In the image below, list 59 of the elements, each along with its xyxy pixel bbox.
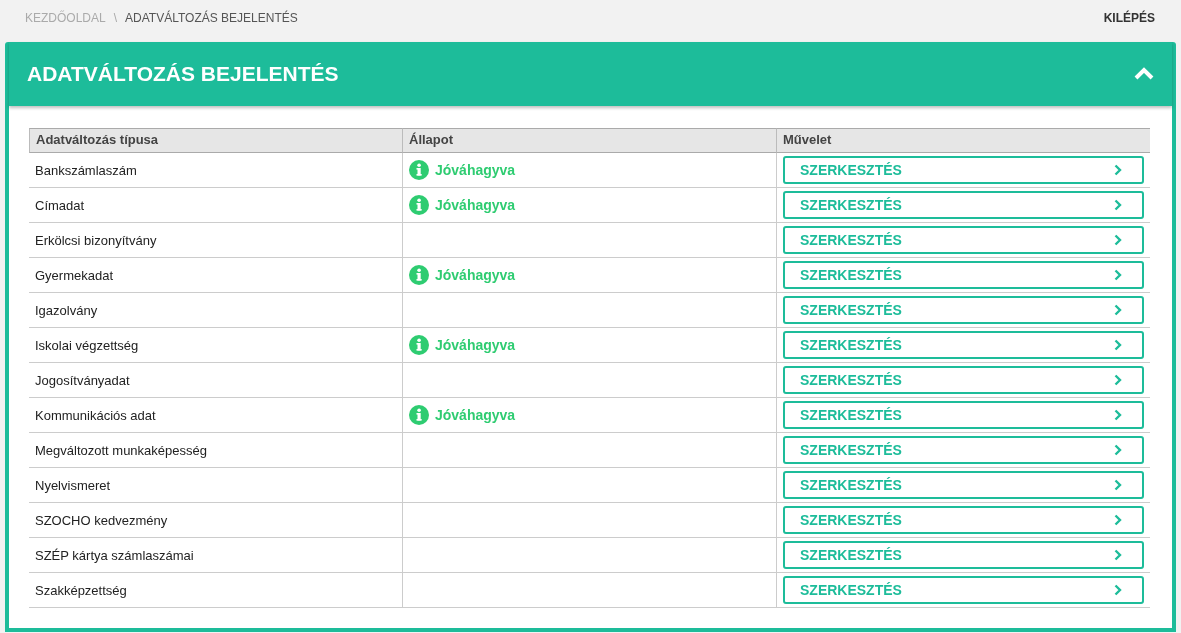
chevron-right-icon	[1114, 269, 1122, 281]
chevron-right-icon	[1114, 199, 1122, 211]
edit-button[interactable]: SZERKESZTÉS	[783, 576, 1144, 604]
column-header: Művelet	[776, 128, 1150, 153]
status-text: Jóváhagyva	[435, 407, 516, 423]
status-text: Jóváhagyva	[435, 162, 516, 178]
info-icon	[409, 405, 429, 425]
edit-button[interactable]: SZERKESZTÉS	[783, 226, 1144, 254]
collapse-button[interactable]	[1134, 67, 1154, 81]
chevron-right-icon	[1114, 304, 1122, 316]
table-cell: Igazolvány	[35, 302, 98, 318]
table-cell: SZÉP kártya számlaszámai	[35, 547, 194, 563]
status-text: Jóváhagyva	[435, 267, 516, 283]
table-cell: Szakképzettség	[35, 582, 127, 598]
edit-button[interactable]: SZERKESZTÉS	[783, 541, 1144, 569]
edit-button[interactable]: SZERKESZTÉS	[783, 331, 1144, 359]
status-text: Jóváhagyva	[435, 197, 516, 213]
table-cell: Gyermekadat	[35, 267, 114, 283]
edit-button[interactable]: SZERKESZTÉS	[783, 156, 1144, 184]
breadcrumb-link[interactable]: KEZDŐOLDAL	[25, 11, 106, 25]
table-cell: Bankszámlaszám	[35, 162, 137, 178]
column-header: Állapot	[402, 128, 776, 153]
edit-button[interactable]: SZERKESZTÉS	[783, 506, 1144, 534]
breadcrumb-separator: \	[113, 11, 118, 25]
edit-button[interactable]: SZERKESZTÉS	[783, 471, 1144, 499]
chevron-right-icon	[1114, 444, 1122, 456]
table-cell: SZOCHO kedvezmény	[35, 512, 168, 528]
edit-button[interactable]: SZERKESZTÉS	[783, 366, 1144, 394]
column-header: Adatváltozás típusa	[29, 128, 402, 153]
chevron-right-icon	[1114, 549, 1122, 561]
edit-button[interactable]: SZERKESZTÉS	[783, 296, 1144, 324]
chevron-right-icon	[1114, 409, 1122, 421]
edit-button[interactable]: SZERKESZTÉS	[783, 261, 1144, 289]
table-cell: Erkölcsi bizonyítvány	[35, 232, 157, 248]
table-cell: Kommunikációs adat	[35, 407, 156, 423]
logout-link[interactable]: KILÉPÉS	[1103, 11, 1155, 25]
table-cell: Jogosítványadat	[35, 372, 130, 388]
table-cell: Címadat	[35, 197, 85, 213]
info-icon	[409, 160, 429, 180]
table-cell: Megváltozott munkaképesség	[35, 442, 207, 458]
chevron-right-icon	[1114, 164, 1122, 176]
chevron-right-icon	[1114, 584, 1122, 596]
chevron-right-icon	[1114, 234, 1122, 246]
chevron-right-icon	[1114, 374, 1122, 386]
panel-title: ADATVÁLTOZÁS BEJELENTÉS	[27, 62, 340, 86]
info-icon	[409, 195, 429, 215]
table-cell: Nyelvismeret	[35, 477, 111, 493]
info-icon	[409, 335, 429, 355]
chevron-right-icon	[1114, 339, 1122, 351]
table-cell: Iskolai végzettség	[35, 337, 139, 353]
edit-button[interactable]: SZERKESZTÉS	[783, 401, 1144, 429]
chevron-right-icon	[1114, 514, 1122, 526]
breadcrumb-link[interactable]: ADATVÁLTOZÁS BEJELENTÉS	[125, 11, 298, 25]
edit-button[interactable]: SZERKESZTÉS	[783, 191, 1144, 219]
chevron-icon	[1134, 67, 1154, 81]
edit-button[interactable]: SZERKESZTÉS	[783, 436, 1144, 464]
info-icon	[409, 265, 429, 285]
status-text: Jóváhagyva	[435, 337, 516, 353]
chevron-right-icon	[1114, 479, 1122, 491]
